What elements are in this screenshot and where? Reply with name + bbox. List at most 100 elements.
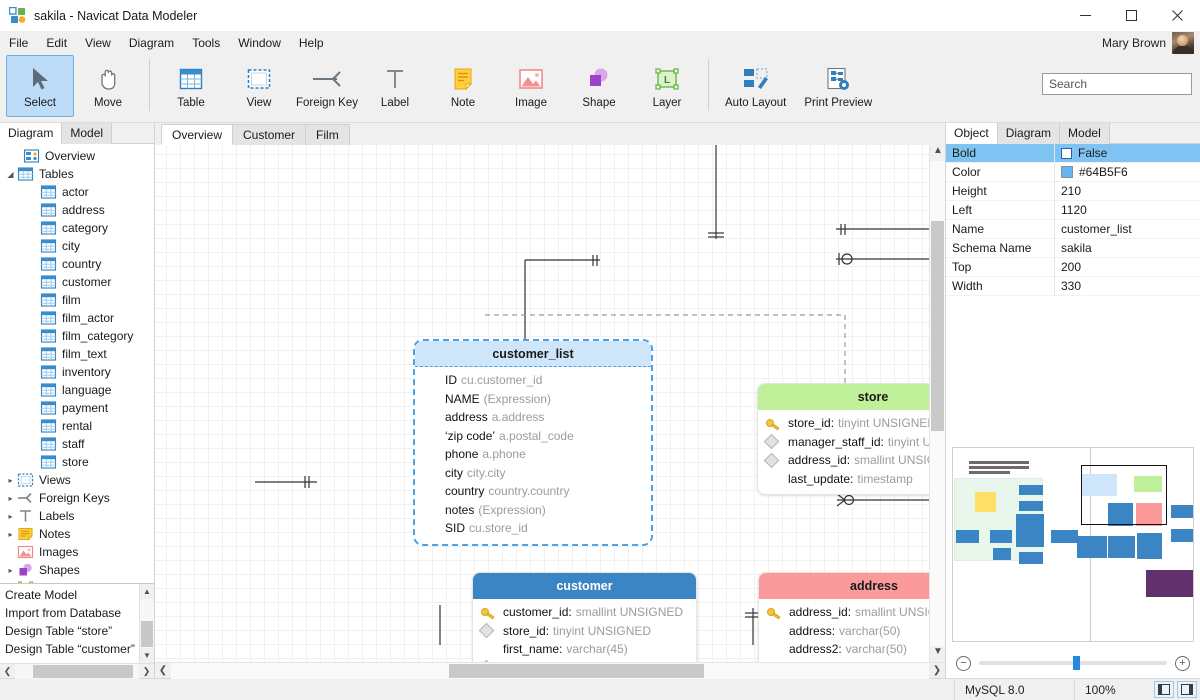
scroll-track[interactable] [140, 599, 154, 648]
toggle-right-panel-button[interactable] [1177, 681, 1197, 698]
scroll-thumb[interactable] [33, 665, 133, 678]
user-account-area[interactable]: Mary Brown [1102, 31, 1194, 55]
search-box[interactable] [1042, 73, 1192, 95]
tree-item-staff[interactable]: staff [0, 435, 154, 453]
menu-window[interactable]: Window [229, 31, 290, 55]
property-value[interactable]: False [1054, 144, 1200, 163]
tree-item-images[interactable]: Images [0, 543, 154, 561]
scroll-left-icon[interactable]: ❮ [0, 666, 15, 677]
scroll-thumb[interactable] [141, 621, 153, 647]
entity-field[interactable]: district:varchar(20) [759, 659, 929, 663]
tree-item-inventory[interactable]: inventory [0, 363, 154, 381]
expander-icon[interactable]: ▸ [4, 512, 17, 521]
property-value[interactable]: customer_list [1054, 220, 1200, 239]
menu-view[interactable]: View [76, 31, 120, 55]
property-list[interactable]: BoldFalseColor#64B5F6Height210Left1120Na… [946, 144, 1200, 441]
history-item[interactable]: Design Table “customer” [0, 640, 139, 658]
entity-store[interactable]: storestore_id:tinyint UNSIGNEDmanager_st… [757, 383, 929, 495]
tool-shape[interactable]: Shape [565, 55, 633, 117]
history-items[interactable]: Create ModelImport from DatabaseDesign T… [0, 584, 139, 663]
entity-field[interactable]: first_name:varchar(45) [473, 640, 696, 659]
object-tree[interactable]: Overview◢Tablesactoraddresscategorycityc… [0, 144, 154, 583]
property-row-bold[interactable]: BoldFalse [946, 144, 1200, 163]
entity-field[interactable]: notes(Expression) [415, 501, 651, 520]
tool-label[interactable]: Label [361, 55, 429, 117]
tree-item-category[interactable]: category [0, 219, 154, 237]
tree-item-actor[interactable]: actor [0, 183, 154, 201]
entity-field[interactable]: countrycountry.country [415, 482, 651, 501]
entity-customer_list[interactable]: customer_listIDcu.customer_idNAME(Expres… [413, 339, 653, 546]
scroll-thumb[interactable] [449, 664, 704, 678]
history-item[interactable]: Import from Database [0, 604, 139, 622]
entity-field[interactable]: last_name:varchar(45) [473, 659, 696, 663]
tree-item-film-actor[interactable]: film_actor [0, 309, 154, 327]
property-value[interactable]: #64B5F6 [1054, 163, 1200, 182]
entity-field[interactable]: SIDcu.store_id [415, 519, 651, 538]
entity-field[interactable]: store_id:tinyint UNSIGNED [758, 414, 929, 433]
entity-field[interactable]: phonea.phone [415, 445, 651, 464]
entity-field[interactable]: customer_id:smallint UNSIGNED [473, 603, 696, 622]
left-panel-horizontal-scrollbar[interactable]: ❮ ❯ [0, 663, 154, 678]
entity-address[interactable]: addressaddress_id:smallint UNSIGNEDaddre… [758, 572, 929, 662]
expander-icon[interactable]: ▸ [4, 530, 17, 539]
zoom-out-button[interactable]: − [956, 656, 971, 671]
history-item[interactable]: Design Table “store” [0, 622, 139, 640]
tab-diagram-props[interactable]: Diagram [998, 123, 1060, 144]
zoom-slider-thumb[interactable] [1073, 656, 1080, 670]
tree-item-payment[interactable]: payment [0, 399, 154, 417]
scroll-left-icon[interactable]: ❮ [155, 665, 171, 676]
expander-icon[interactable]: ▸ [4, 494, 17, 503]
tab-model[interactable]: Model [62, 123, 112, 144]
expander-icon[interactable]: ▸ [4, 566, 17, 575]
entity-field[interactable]: NAME(Expression) [415, 390, 651, 409]
tool-note[interactable]: Note [429, 55, 497, 117]
minimap-viewport-rect[interactable] [1081, 465, 1167, 525]
color-swatch[interactable] [1061, 166, 1073, 178]
entity-field[interactable]: address:varchar(50) [759, 622, 929, 641]
property-row-top[interactable]: Top200 [946, 258, 1200, 277]
close-button[interactable] [1154, 0, 1200, 31]
scroll-up-icon[interactable]: ▲ [930, 145, 946, 161]
scroll-track[interactable] [15, 664, 139, 679]
tree-item-rental[interactable]: rental [0, 417, 154, 435]
zoom-slider-track[interactable] [979, 661, 1167, 665]
diagram-tab-film[interactable]: Film [305, 124, 350, 145]
tree-item-film-text[interactable]: film_text [0, 345, 154, 363]
diagram-tab-overview[interactable]: Overview [161, 124, 233, 145]
expander-icon[interactable]: ◢ [4, 170, 17, 179]
entity-field[interactable]: manager_staff_id:tinyint UNSIGNED [758, 433, 929, 452]
tree-item-labels[interactable]: ▸Labels [0, 507, 154, 525]
diagram-minimap[interactable] [952, 447, 1194, 642]
tree-item-customer[interactable]: customer [0, 273, 154, 291]
property-row-color[interactable]: Color#64B5F6 [946, 163, 1200, 182]
bold-checkbox[interactable] [1061, 148, 1072, 159]
tool-image[interactable]: Image [497, 55, 565, 117]
tool-layer[interactable]: L Layer [633, 55, 701, 117]
tab-model-props[interactable]: Model [1060, 123, 1110, 144]
canvas-horizontal-scrollbar[interactable]: ❮ ❯ [155, 662, 945, 678]
menu-diagram[interactable]: Diagram [120, 31, 183, 55]
tree-item-language[interactable]: language [0, 381, 154, 399]
entity-field[interactable]: ‘zip code’a.postal_code [415, 427, 651, 446]
property-row-height[interactable]: Height210 [946, 182, 1200, 201]
entity-field[interactable]: citycity.city [415, 464, 651, 483]
tool-foreign-key[interactable]: Foreign Key [293, 55, 361, 117]
property-value[interactable]: 210 [1054, 182, 1200, 201]
scroll-down-icon[interactable]: ▼ [140, 648, 154, 663]
entity-field[interactable]: address2:varchar(50) [759, 640, 929, 659]
tree-item-store[interactable]: store [0, 453, 154, 471]
scroll-thumb[interactable] [931, 221, 944, 431]
property-value[interactable]: 200 [1054, 258, 1200, 277]
property-row-name[interactable]: Namecustomer_list [946, 220, 1200, 239]
search-input[interactable] [1049, 77, 1200, 91]
scroll-track[interactable] [171, 663, 929, 679]
zoom-in-button[interactable]: + [1175, 656, 1190, 671]
canvas-vertical-scrollbar[interactable]: ▲ ▼ [929, 145, 945, 662]
expander-icon[interactable]: ▸ [4, 476, 17, 485]
scroll-down-icon[interactable]: ▼ [930, 646, 946, 662]
tree-item-shapes[interactable]: ▸Shapes [0, 561, 154, 579]
history-item[interactable]: Create Model [0, 586, 139, 604]
entity-field[interactable]: last_update:timestamp [758, 470, 929, 489]
menu-edit[interactable]: Edit [37, 31, 76, 55]
tree-item-country[interactable]: country [0, 255, 154, 273]
